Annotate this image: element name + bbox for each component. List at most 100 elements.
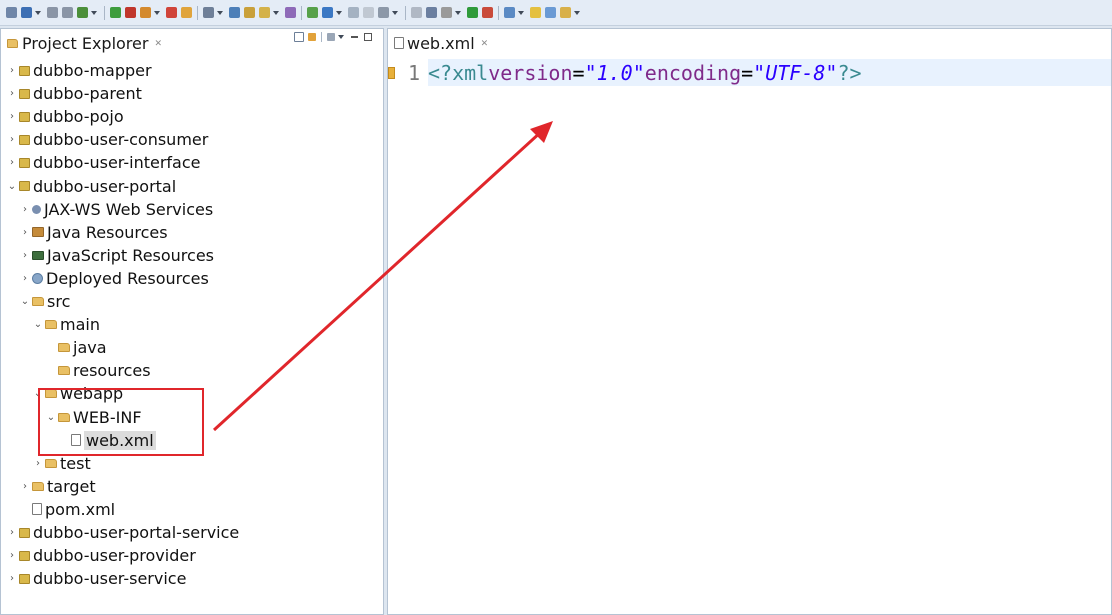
filter-icon[interactable] bbox=[327, 33, 335, 41]
toolbar-button-icon[interactable] bbox=[6, 7, 17, 18]
tree-item[interactable]: ⌄ dubbo-user-portal bbox=[7, 175, 176, 198]
expand-arrow-closed-icon[interactable]: › bbox=[7, 573, 17, 584]
expand-arrow-closed-icon[interactable]: › bbox=[7, 527, 17, 538]
tree-item[interactable]: › dubbo-user-portal-service bbox=[7, 521, 239, 544]
expand-arrow-closed-icon[interactable]: › bbox=[20, 204, 30, 215]
chevron-down-icon[interactable] bbox=[35, 10, 41, 15]
tree-item[interactable]: › dubbo-parent bbox=[7, 82, 142, 105]
collapse-all-icon[interactable] bbox=[294, 32, 304, 42]
toolbar-button-icon[interactable] bbox=[307, 7, 318, 18]
toolbar-button-icon[interactable] bbox=[482, 7, 493, 18]
tree-item-label: dubbo-user-consumer bbox=[33, 130, 209, 150]
toolbar-button-icon[interactable] bbox=[203, 7, 214, 18]
tree-item[interactable]: java bbox=[46, 336, 107, 359]
tree-item[interactable]: › Deployed Resources bbox=[20, 267, 209, 290]
tree-item-label: dubbo-pojo bbox=[33, 107, 124, 127]
expand-arrow-open-icon[interactable]: ⌄ bbox=[7, 181, 17, 192]
toolbar-button-icon[interactable] bbox=[259, 7, 270, 18]
toolbar-button-icon[interactable] bbox=[441, 7, 452, 18]
close-icon[interactable]: ✕ bbox=[154, 39, 162, 49]
toolbar-button-icon[interactable] bbox=[77, 7, 88, 18]
tree-item[interactable]: › target bbox=[20, 475, 96, 498]
expand-arrow-closed-icon[interactable]: › bbox=[20, 481, 30, 492]
toolbar-button-icon[interactable] bbox=[110, 7, 121, 18]
expand-arrow-closed-icon[interactable]: › bbox=[33, 458, 43, 469]
main-toolbar bbox=[0, 0, 1112, 26]
expand-arrow-open-icon[interactable]: ⌄ bbox=[33, 319, 43, 330]
tree-item[interactable]: › Java Resources bbox=[20, 221, 168, 244]
expand-arrow-closed-icon[interactable]: › bbox=[7, 157, 17, 168]
toolbar-button-icon[interactable] bbox=[504, 7, 515, 18]
toolbar-button-icon[interactable] bbox=[285, 7, 296, 18]
expand-arrow-closed-icon[interactable]: › bbox=[20, 250, 30, 261]
editor-tab-web-xml[interactable]: web.xml ✕ bbox=[388, 29, 495, 57]
tree-item[interactable]: ⌄ main bbox=[33, 313, 100, 336]
project-icon bbox=[19, 527, 30, 538]
toolbar-button-icon[interactable] bbox=[21, 7, 32, 18]
chevron-down-icon[interactable] bbox=[518, 10, 524, 15]
toolbar-button-icon[interactable] bbox=[181, 7, 192, 18]
tree-item-label: dubbo-user-provider bbox=[33, 546, 196, 566]
project-explorer-tab[interactable]: Project Explorer ✕ bbox=[1, 29, 168, 57]
tree-item-label: resources bbox=[73, 361, 151, 381]
toolbar-button-icon[interactable] bbox=[166, 7, 177, 18]
chevron-down-icon[interactable] bbox=[574, 10, 580, 15]
toolbar-button-icon[interactable] bbox=[467, 7, 478, 18]
toolbar-button-icon[interactable] bbox=[47, 7, 58, 18]
expand-arrow-closed-icon[interactable]: › bbox=[7, 65, 17, 76]
tree-item[interactable]: pom.xml bbox=[20, 498, 115, 521]
toolbar-button-icon[interactable] bbox=[229, 7, 240, 18]
toolbar-button-icon[interactable] bbox=[378, 7, 389, 18]
chevron-down-icon[interactable] bbox=[455, 10, 461, 15]
expand-arrow-open-icon[interactable]: ⌄ bbox=[20, 296, 30, 307]
expand-arrow-closed-icon[interactable]: › bbox=[7, 550, 17, 561]
tree-item[interactable]: › dubbo-user-consumer bbox=[7, 128, 208, 151]
expand-arrow-closed-icon[interactable]: › bbox=[7, 134, 17, 145]
code-line[interactable]: 1 <?xml version = "1.0" encoding = "UTF-8" ?> bbox=[388, 59, 1111, 86]
maximize-icon[interactable] bbox=[364, 33, 372, 41]
chevron-down-icon[interactable] bbox=[217, 10, 223, 15]
tree-item-label: dubbo-parent bbox=[33, 84, 142, 104]
toolbar-button-icon[interactable] bbox=[560, 7, 571, 18]
chevron-down-icon[interactable] bbox=[273, 10, 279, 15]
toolbar-button-icon[interactable] bbox=[244, 7, 255, 18]
tree-item[interactable]: › dubbo-user-interface bbox=[7, 151, 200, 174]
tree-item-label: JavaScript Resources bbox=[47, 245, 214, 265]
toolbar-button-icon[interactable] bbox=[363, 7, 374, 18]
toolbar-button-icon[interactable] bbox=[140, 7, 151, 18]
toolbar-button-icon[interactable] bbox=[530, 7, 541, 18]
close-icon[interactable]: ✕ bbox=[481, 39, 489, 49]
equals: = bbox=[741, 60, 754, 85]
tree-item[interactable]: ⌄ src bbox=[20, 290, 71, 313]
expand-arrow-closed-icon[interactable]: › bbox=[7, 111, 17, 122]
expand-arrow-closed-icon[interactable]: › bbox=[20, 273, 30, 284]
toolbar-button-icon[interactable] bbox=[62, 7, 73, 18]
toolbar-separator bbox=[498, 5, 499, 20]
expand-arrow-closed-icon[interactable]: › bbox=[20, 227, 30, 238]
chevron-down-icon[interactable] bbox=[154, 10, 160, 15]
toolbar-button-icon[interactable] bbox=[322, 7, 333, 18]
tree-item[interactable]: › dubbo-pojo bbox=[7, 105, 124, 128]
expand-arrow-closed-icon[interactable]: › bbox=[7, 88, 17, 99]
view-menu-icon[interactable] bbox=[338, 35, 344, 39]
project-icon bbox=[19, 111, 30, 122]
link-with-editor-icon[interactable] bbox=[308, 33, 316, 41]
tree-item[interactable]: › JAX-WS Web Services bbox=[20, 198, 213, 221]
chevron-down-icon[interactable] bbox=[91, 10, 97, 15]
toolbar-button-icon[interactable] bbox=[348, 7, 359, 18]
toolbar-button-icon[interactable] bbox=[125, 7, 136, 18]
toolbar-button-icon[interactable] bbox=[545, 7, 556, 18]
tree-item[interactable]: › dubbo-mapper bbox=[7, 59, 152, 82]
chevron-down-icon[interactable] bbox=[336, 10, 342, 15]
tree-item-label: Java Resources bbox=[47, 222, 168, 242]
chevron-down-icon[interactable] bbox=[392, 10, 398, 15]
tree-item[interactable]: › dubbo-user-provider bbox=[7, 544, 196, 567]
tree-item[interactable]: resources bbox=[46, 359, 151, 382]
toolbar-button-icon[interactable] bbox=[426, 7, 437, 18]
editor-pane: web.xml ✕ 1 <?xml version = "1.0" encoding… bbox=[387, 28, 1112, 615]
minimize-icon[interactable] bbox=[351, 36, 358, 38]
toolbar-button-icon[interactable] bbox=[411, 7, 422, 18]
tree-item[interactable]: › dubbo-user-service bbox=[7, 567, 186, 590]
code-text[interactable]: <?xml version = "1.0" encoding = "UTF-8" ?> bbox=[428, 59, 1111, 86]
tree-item[interactable]: › JavaScript Resources bbox=[20, 244, 214, 267]
